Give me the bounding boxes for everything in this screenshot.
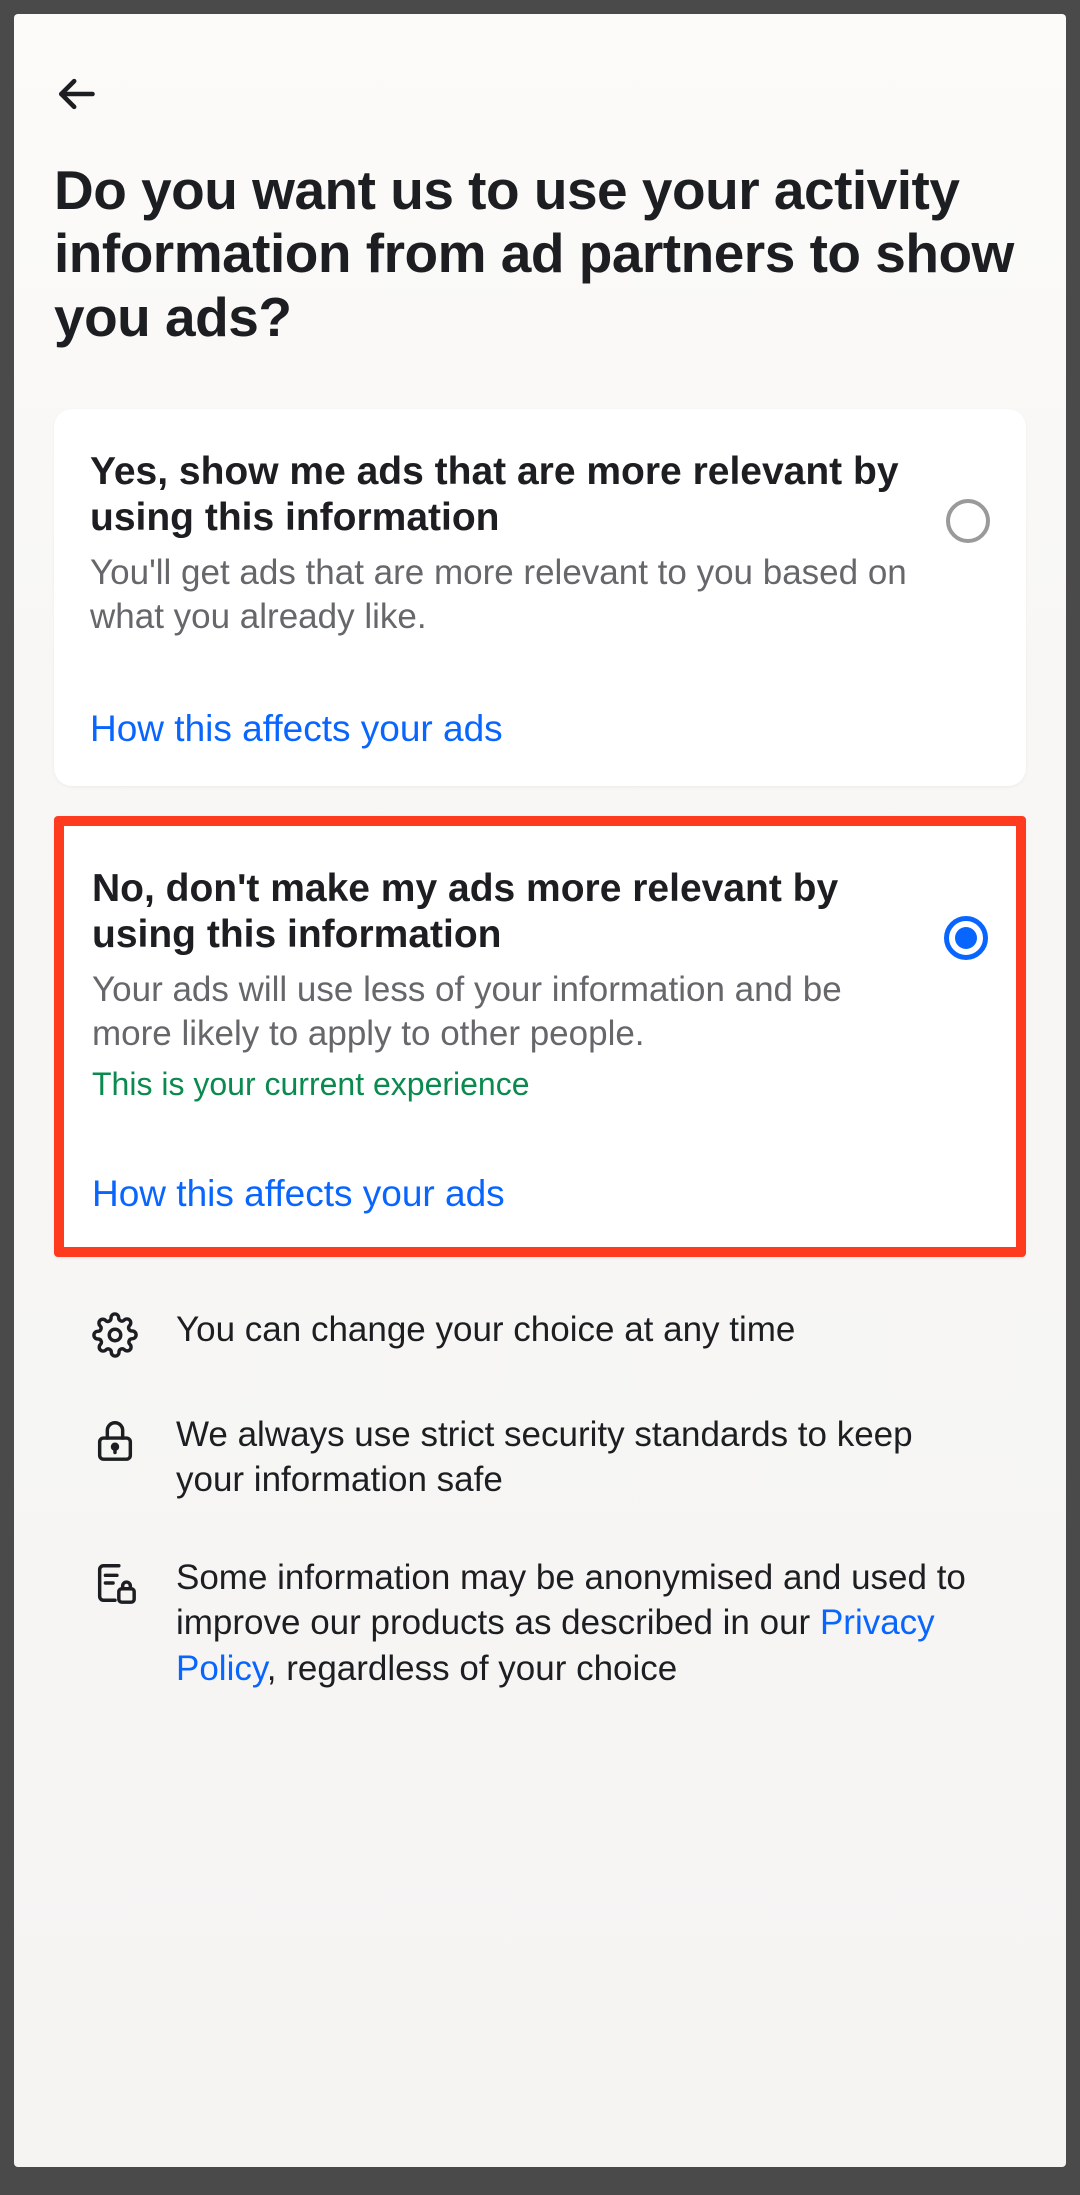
lock-icon xyxy=(90,1415,140,1465)
option-yes-row: Yes, show me ads that are more relevant … xyxy=(90,449,990,639)
option-no-description: Your ads will use less of your informati… xyxy=(92,968,920,1056)
option-yes-card[interactable]: Yes, show me ads that are more relevant … xyxy=(54,409,1026,787)
option-no-affects-link[interactable]: How this affects your ads xyxy=(92,1173,988,1215)
option-yes-affects-link[interactable]: How this affects your ads xyxy=(90,708,990,750)
info-security-text: We always use strict security standards … xyxy=(176,1412,990,1503)
option-no-row: No, don't make my ads more relevant by u… xyxy=(92,866,988,1103)
option-no-radio[interactable] xyxy=(944,916,988,960)
option-yes-title: Yes, show me ads that are more relevant … xyxy=(90,449,922,541)
option-no-title: No, don't make my ads more relevant by u… xyxy=(92,866,920,958)
info-change-text: You can change your choice at any time xyxy=(176,1307,795,1353)
info-item-security: We always use strict security standards … xyxy=(90,1412,990,1503)
option-no-card[interactable]: No, don't make my ads more relevant by u… xyxy=(54,816,1026,1257)
info-anonymised-post: , regardless of your choice xyxy=(267,1649,677,1688)
settings-screen: Do you want us to use your activity info… xyxy=(14,14,1066,2167)
gear-icon xyxy=(90,1310,140,1360)
current-experience-notice: This is your current experience xyxy=(92,1066,920,1103)
info-item-change: You can change your choice at any time xyxy=(90,1307,990,1360)
info-list: You can change your choice at any time W… xyxy=(54,1307,1026,1692)
option-yes-radio[interactable] xyxy=(946,499,990,543)
option-yes-description: You'll get ads that are more relevant to… xyxy=(90,551,922,639)
info-anonymised-text: Some information may be anonymised and u… xyxy=(176,1555,990,1692)
info-item-anonymised: Some information may be anonymised and u… xyxy=(90,1555,990,1692)
back-button[interactable] xyxy=(54,69,104,119)
document-lock-icon xyxy=(90,1558,140,1608)
page-title: Do you want us to use your activity info… xyxy=(54,159,1026,349)
arrow-left-icon xyxy=(54,72,98,116)
option-yes-text: Yes, show me ads that are more relevant … xyxy=(90,449,922,639)
option-no-text: No, don't make my ads more relevant by u… xyxy=(92,866,920,1103)
